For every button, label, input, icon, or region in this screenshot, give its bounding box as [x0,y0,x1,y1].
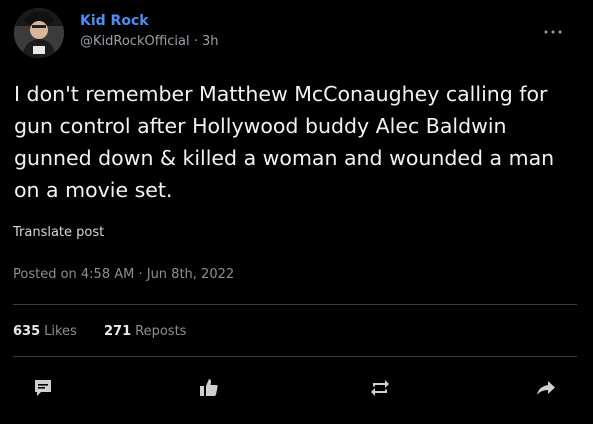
author-handle[interactable]: @KidRockOfficial [80,34,190,49]
likes-label: Likes [44,324,77,339]
avatar-image [14,8,64,58]
reposts-stat[interactable]: 271 Reposts [104,324,186,339]
thumbs-up-icon [200,379,218,396]
more-options-button[interactable] [542,22,564,42]
share-arrow-icon [537,381,555,395]
more-options-icon [544,30,562,34]
avatar[interactable] [14,8,64,58]
comment-icon [35,380,51,396]
divider-top [13,304,577,305]
likes-count: 635 [13,324,41,339]
post-timestamp: Posted on 4:58 AM · Jun 8th, 2022 [13,267,235,282]
like-button[interactable] [197,376,221,400]
author-name[interactable]: Kid Rock [80,13,149,29]
reposts-label: Reposts [135,324,187,339]
share-button[interactable] [534,376,558,400]
repost-button[interactable] [368,376,392,400]
meta-separator: · [193,34,198,49]
reposts-count: 271 [104,324,132,339]
translate-post-link[interactable]: Translate post [13,225,104,240]
post-text: I don't remember Matthew McConaughey cal… [14,82,555,202]
post-age: 3h [202,34,219,49]
likes-stat[interactable]: 635 Likes [13,324,77,339]
divider-bottom [13,356,577,357]
reply-button[interactable] [31,376,55,400]
author-meta: @KidRockOfficial · 3h [80,34,219,49]
repost-icon [371,380,389,396]
